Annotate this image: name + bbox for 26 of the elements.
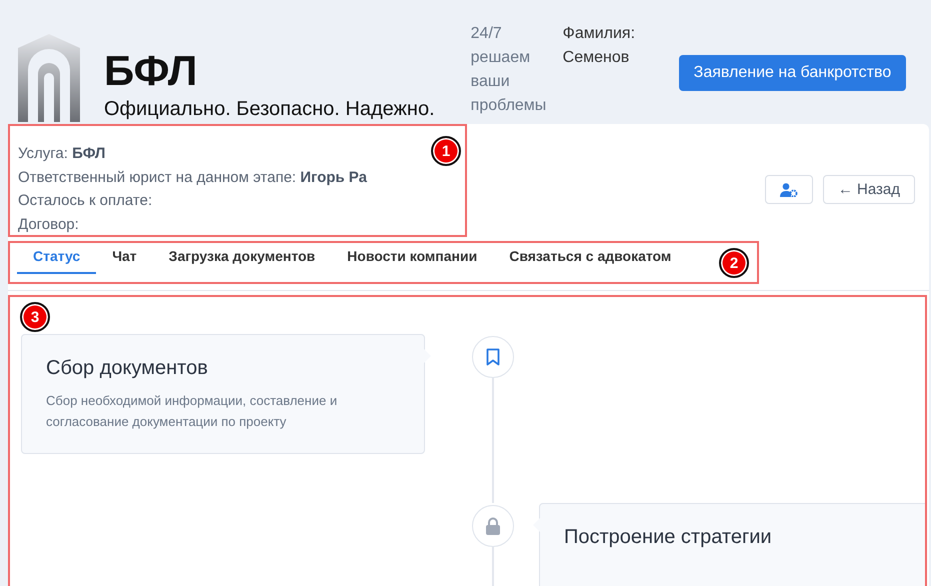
info-line: Осталось к оплате: [18,191,152,211]
bookmark-icon [486,348,500,366]
info-line: Услуга: БФЛ [18,144,106,164]
surname-label: Фамилия: [562,24,636,44]
user-settings-button[interactable] [764,175,813,204]
back-button[interactable]: ← Назад [822,175,915,204]
tab[interactable]: Статус [17,243,96,274]
info-line: Договор: [18,214,79,234]
tab[interactable]: Связаться с адвокатом [493,243,688,274]
lock-icon [484,517,500,535]
annotation-badge: 2 [719,248,749,278]
tab[interactable]: Новости компании [331,243,494,274]
user-settings-icon [780,182,798,196]
annotation-badge: 3 [20,302,50,332]
step-title: Построение стратегии [564,526,773,549]
tab[interactable]: Загрузка документов [152,243,332,274]
annotation-badge: 1 [431,136,461,166]
tab[interactable]: Чат [96,243,153,274]
step-description: Сбор необходимой информации, составление и согласование документации по проекту [46,392,338,431]
tagline: Официально. Безопасно. Надежно. [104,98,435,121]
step-title: Сбор документов [46,357,209,380]
surname-value: Семенов [562,48,630,68]
support-text: 24/7 решаем ваши проблемы [470,24,548,116]
info-line: Ответственный юрист на данном этапе: Игорь Ра [18,168,367,188]
brand-name: БФЛ [104,48,198,94]
bankruptcy-application-button[interactable]: Заявление на банкротство [678,55,906,91]
